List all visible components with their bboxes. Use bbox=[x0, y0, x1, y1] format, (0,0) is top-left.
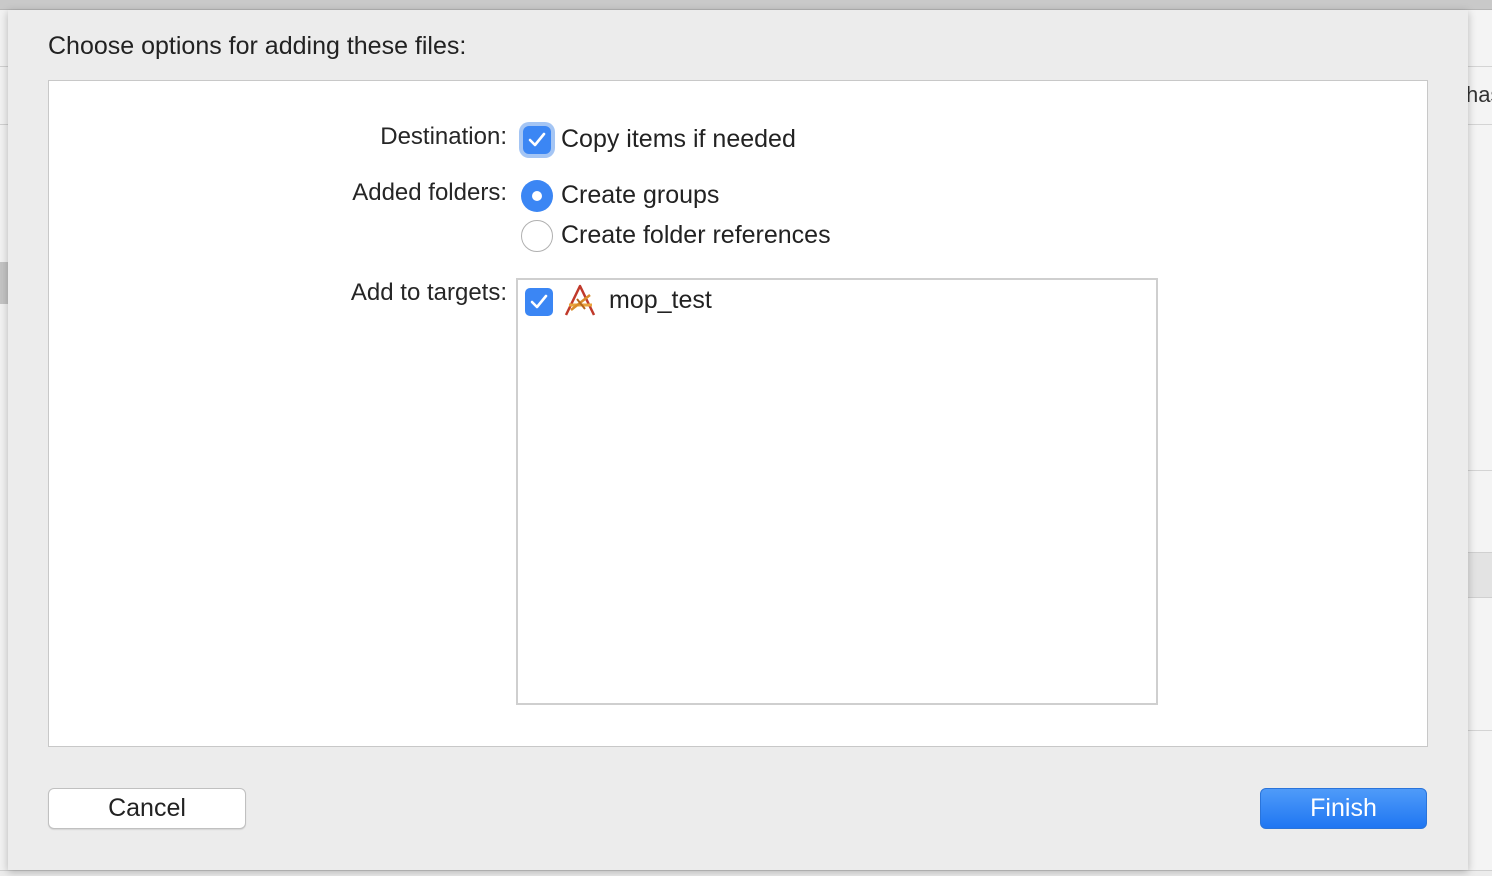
create-folder-references-radio[interactable] bbox=[521, 220, 553, 252]
targets-list[interactable]: mop_test bbox=[516, 278, 1158, 705]
finish-button[interactable]: Finish bbox=[1260, 788, 1427, 829]
destination-label: Destination: bbox=[380, 123, 507, 150]
background-partial-text: has bbox=[1466, 82, 1492, 107]
target-name: mop_test bbox=[609, 286, 712, 314]
background-bottom-bar bbox=[0, 870, 1492, 876]
radio-dot bbox=[532, 191, 542, 201]
copy-items-label[interactable]: Copy items if needed bbox=[561, 125, 796, 154]
app-target-icon bbox=[564, 284, 596, 316]
create-groups-label[interactable]: Create groups bbox=[561, 181, 719, 210]
background-left-pane bbox=[0, 10, 8, 876]
cancel-button[interactable]: Cancel bbox=[48, 788, 246, 829]
background-title-bar bbox=[0, 0, 1492, 10]
sheet-title: Choose options for adding these files: bbox=[48, 32, 467, 60]
checkmark-icon bbox=[528, 132, 546, 147]
add-files-options-sheet: Choose options for adding these files: D… bbox=[8, 10, 1468, 870]
add-to-targets-label: Add to targets: bbox=[350, 279, 507, 306]
create-groups-radio[interactable] bbox=[521, 180, 553, 212]
copy-items-checkbox[interactable] bbox=[523, 126, 551, 154]
checkmark-icon bbox=[530, 294, 548, 309]
options-panel: Destination: Copy items if needed Added … bbox=[48, 80, 1428, 747]
background-right-pane bbox=[1468, 10, 1492, 876]
added-folders-label: Added folders: bbox=[352, 179, 507, 206]
create-folder-references-label[interactable]: Create folder references bbox=[561, 221, 831, 250]
target-checkbox[interactable] bbox=[525, 288, 553, 316]
